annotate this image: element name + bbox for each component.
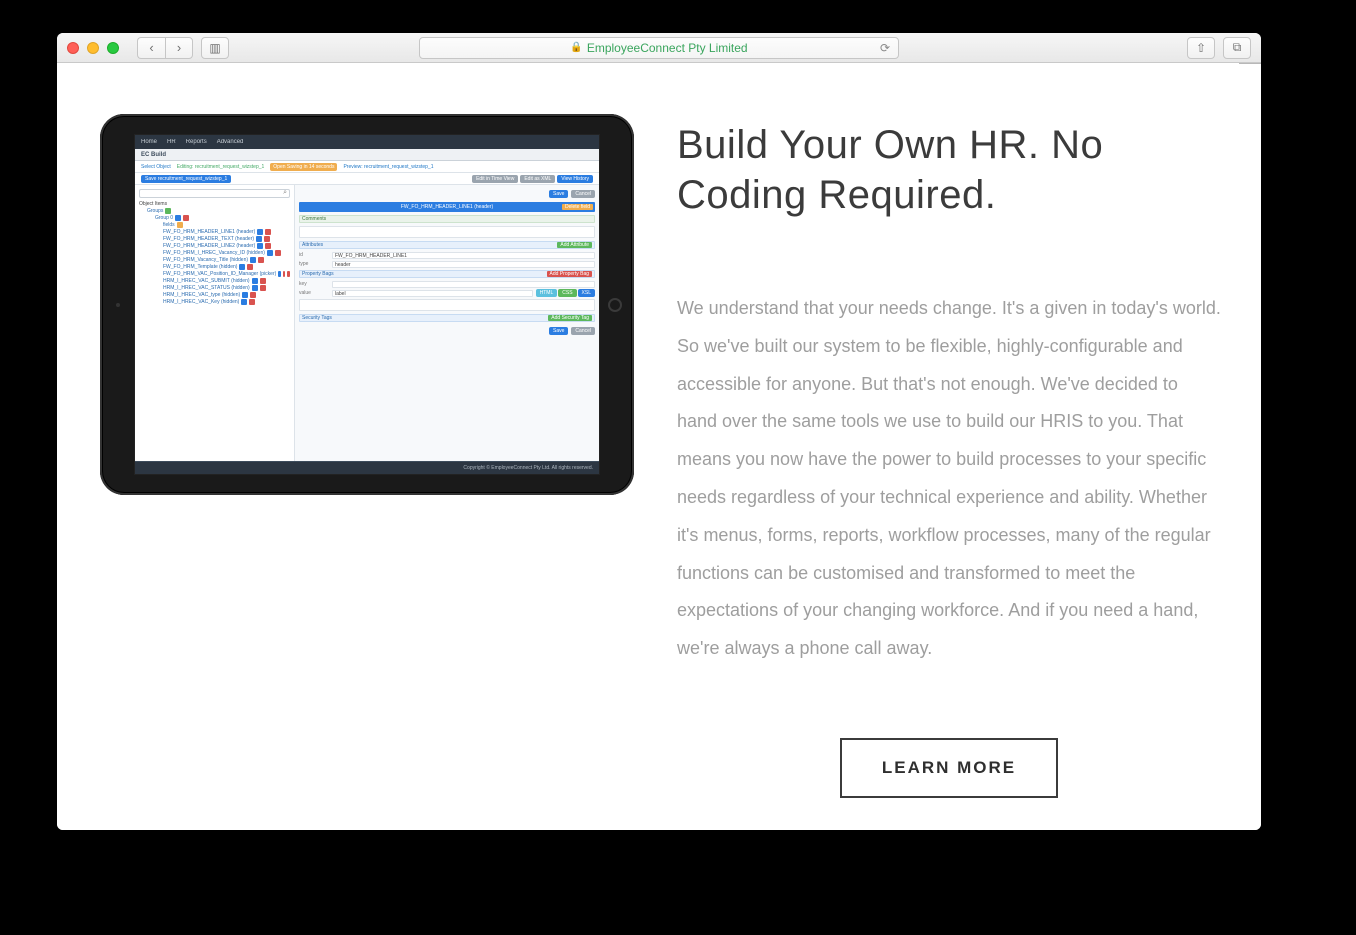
browser-chrome: ‹ › ▥ 🔒 EmployeeConnect Pty Limited ⟳ ⇧ …: [57, 33, 1261, 63]
form-header-bar: FW_FO_HRM_HEADER_LINE1 (header) Delete f…: [299, 202, 595, 212]
badge-html: HTML: [536, 289, 558, 297]
tree-item: FW_FO_HRM_Vacancy_Title (hidden): [139, 257, 290, 263]
ipad-camera: [116, 303, 120, 307]
tree-item: HRM_I_HREC_VAC_Key (hidden): [139, 299, 290, 305]
form-cancel-button: Cancel: [571, 190, 595, 198]
badge-xslt: XSL: [578, 289, 595, 297]
nav-home: Home: [141, 139, 157, 145]
forward-button[interactable]: ›: [165, 37, 193, 59]
tree-groups: Groups: [139, 208, 290, 214]
app-subheader: EC Build: [135, 149, 599, 161]
crumb-preview: Preview: recruitment_request_wizstep_1: [343, 164, 433, 170]
sidebar-toggle-button[interactable]: ▥: [201, 37, 229, 59]
add-fields-tag: [177, 222, 183, 228]
app-body: Object Items Groups Group 0: [135, 185, 599, 461]
add-attribute-button: Add Attribute: [557, 242, 592, 248]
add-group-tag: [165, 208, 171, 214]
add-security-button: Add Security Tag: [548, 315, 592, 321]
sidebar-icon: ▥: [209, 41, 220, 55]
page-content: Home HR Reports Advanced EC Build Select…: [57, 64, 1261, 830]
crumb-select: Select Object: [141, 164, 171, 170]
tree-item: HRM_I_HREC_VAC_SUBMIT (hidden): [139, 278, 290, 284]
hero-image-column: Home HR Reports Advanced EC Build Select…: [97, 114, 637, 798]
tree-item: FW_FO_HRM_HEADER_TEXT (header): [139, 236, 290, 242]
back-button[interactable]: ‹: [137, 37, 165, 59]
minimize-window-button[interactable]: [87, 42, 99, 54]
crumb-autosave-warn: Open Saving in 14 seconds: [270, 163, 337, 171]
address-text: EmployeeConnect Pty Limited: [587, 41, 748, 55]
tree-item: HRM_I_HREC_VAC_type (hidden): [139, 292, 290, 298]
edit-time-button: Edit in Time View: [472, 175, 518, 183]
crumb-editing: Editing: recruitment_request_wizstep_1: [177, 164, 265, 170]
window-controls: [67, 42, 119, 54]
tree-root: Object Items: [139, 201, 290, 207]
tree-item: FW_FO_HRM_HEADER_LINE1 (header): [139, 229, 290, 235]
learn-more-button[interactable]: LEARN MORE: [840, 738, 1058, 798]
tree-item: FW_FO_HRM_HEADER_LINE2 (header): [139, 243, 290, 249]
form-save-button: Save: [549, 190, 568, 198]
form-save-button-2: Save: [549, 327, 568, 335]
form-cancel-button-2: Cancel: [571, 327, 595, 335]
save-object-button: Save recruitment_request_wizstep_1: [141, 175, 231, 183]
share-button[interactable]: ⇧: [1187, 37, 1215, 59]
breadcrumb: Select Object Editing: recruitment_reque…: [135, 161, 599, 173]
ipad-frame: Home HR Reports Advanced EC Build Select…: [100, 114, 634, 495]
page-viewport: Home HR Reports Advanced EC Build Select…: [57, 64, 1261, 830]
tree-item: FW_FO_HRM_Template (hidden): [139, 264, 290, 270]
ipad-screen: Home HR Reports Advanced EC Build Select…: [134, 134, 600, 475]
text-column: Build Your Own HR. No Coding Required. W…: [677, 114, 1221, 798]
edit-xml-button: Edit as XML: [520, 175, 555, 183]
app-footer: Copyright © EmployeeConnect Pty Ltd. All…: [135, 462, 599, 474]
browser-window: ‹ › ▥ 🔒 EmployeeConnect Pty Limited ⟳ ⇧ …: [57, 33, 1261, 830]
tree-group0: Group 0: [139, 215, 290, 221]
address-bar[interactable]: 🔒 EmployeeConnect Pty Limited ⟳: [419, 37, 899, 59]
history-button: View History: [557, 175, 593, 183]
tree-fields: fields: [139, 222, 290, 228]
tree-item: FW_FO_HRM_I_HREC_Vacancy_ID (hidden): [139, 250, 290, 256]
page-heading: Build Your Own HR. No Coding Required.: [677, 120, 1221, 220]
tree-filter-input: [139, 189, 290, 198]
tree-item: HRM_I_HREC_VAC_STATUS (hidden): [139, 285, 290, 291]
add-property-button: Add Property Bag: [547, 271, 592, 277]
prop-row: key: [299, 280, 595, 288]
form-panel: Save Cancel FW_FO_HRM_HEADER_LINE1 (head…: [295, 185, 599, 461]
share-icon: ⇧: [1196, 41, 1206, 55]
nav-reports: Reports: [186, 139, 207, 145]
page-body-text: We understand that your needs change. It…: [677, 290, 1221, 668]
toolbar-row: Save recruitment_request_wizstep_1 Edit …: [135, 173, 599, 185]
app-navbar: Home HR Reports Advanced: [135, 135, 599, 149]
nav-advanced: Advanced: [217, 139, 244, 145]
lock-icon: 🔒: [570, 42, 582, 53]
section-attributes: Attributes Add Attribute: [299, 241, 595, 249]
nav-hr: HR: [167, 139, 176, 145]
tree-item: FW_FO_HRM_VAC_Position_ID_Manager (picke…: [139, 271, 290, 277]
attr-row: id FW_FO_HRM_HEADER_LINE1: [299, 251, 595, 259]
section-security-tags: Security Tags Add Security Tag: [299, 314, 595, 322]
badge-css: CSS: [558, 289, 576, 297]
maximize-window-button[interactable]: [107, 42, 119, 54]
close-window-button[interactable]: [67, 42, 79, 54]
section-comments: Comments: [299, 215, 595, 223]
object-tree: Object Items Groups Group 0: [135, 185, 295, 461]
attr-row: type header: [299, 260, 595, 268]
ipad-home-button: [608, 298, 622, 312]
section-property-bags: Property Bags Add Property Bag: [299, 270, 595, 278]
nav-back-forward: ‹ ›: [137, 37, 193, 59]
prop-row: value label HTML CSS XSL: [299, 289, 595, 297]
reload-icon[interactable]: ⟳: [880, 41, 890, 55]
tabs-button[interactable]: ⧉: [1223, 37, 1251, 59]
delete-field-chip: Delete field: [562, 204, 593, 210]
tabs-icon: ⧉: [1233, 40, 1242, 55]
